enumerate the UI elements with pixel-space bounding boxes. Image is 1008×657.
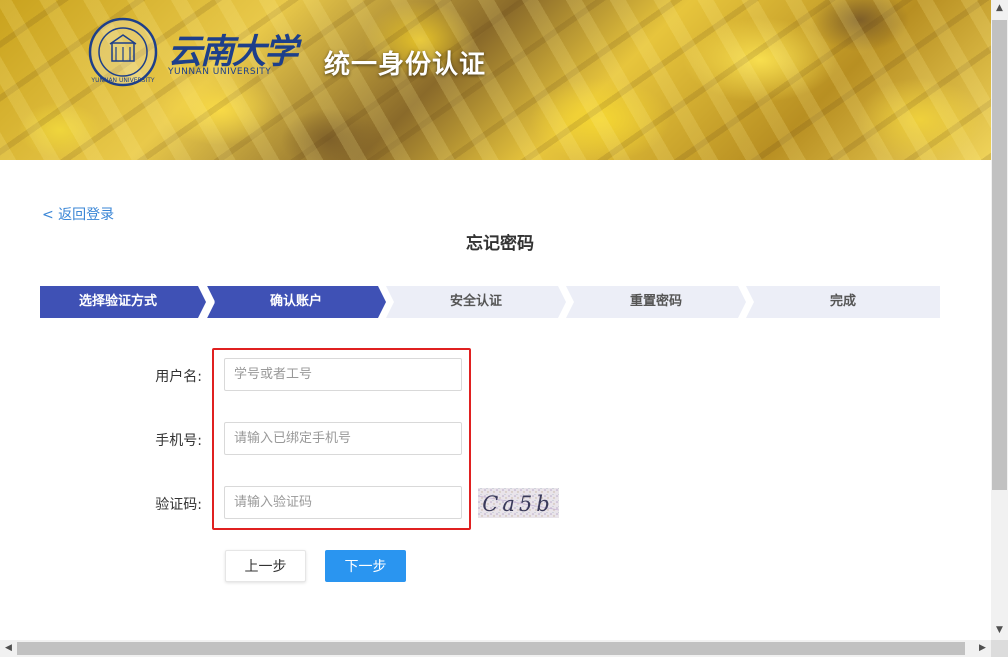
horizontal-scroll-thumb[interactable]	[17, 642, 965, 655]
scroll-up-icon[interactable]: ▲	[991, 0, 1008, 17]
horizontal-scrollbar[interactable]: ◀ ▶	[0, 640, 991, 657]
step-label: 安全认证	[449, 294, 502, 309]
progress-steps: 选择验证方式 确认账户 安全认证 重置密码 完成	[40, 286, 940, 318]
step-security-auth: 安全认证	[386, 286, 566, 318]
step-label: 重置密码	[629, 294, 682, 309]
header-banner: YUNNAN UNIVERSITY 云南大学 YUNNAN UNIVERSITY…	[0, 0, 991, 160]
captcha-label: 验证码:	[155, 497, 202, 513]
university-logo-en: YUNNAN UNIVERSITY	[168, 67, 272, 77]
next-step-button[interactable]: 下一步	[325, 550, 406, 582]
svg-text:YUNNAN UNIVERSITY: YUNNAN UNIVERSITY	[90, 77, 154, 84]
vertical-scroll-thumb[interactable]	[992, 20, 1007, 490]
step-complete: 完成	[746, 286, 940, 318]
step-reset-password: 重置密码	[566, 286, 746, 318]
username-input[interactable]	[224, 358, 462, 391]
phone-label: 手机号:	[155, 433, 202, 449]
svg-text:Ca5b: Ca5b	[482, 492, 553, 516]
vertical-scrollbar[interactable]: ▲ ▼	[991, 0, 1008, 640]
scrollbar-corner	[991, 640, 1008, 657]
step-select-method: 选择验证方式	[40, 286, 206, 318]
phone-input[interactable]	[224, 422, 462, 455]
page-title: 忘记密码	[466, 234, 534, 254]
university-logo-text: 云南大学	[168, 32, 298, 72]
step-confirm-account: 确认账户	[206, 286, 386, 318]
step-label: 选择验证方式	[78, 294, 157, 309]
username-label: 用户名:	[155, 369, 202, 385]
scroll-down-icon[interactable]: ▼	[991, 622, 1008, 639]
captcha-image[interactable]: Ca5b	[478, 488, 559, 518]
scroll-right-icon[interactable]: ▶	[974, 640, 991, 657]
system-title: 统一身份认证	[324, 50, 487, 80]
university-seal-icon: YUNNAN UNIVERSITY	[88, 17, 158, 87]
scroll-left-icon[interactable]: ◀	[0, 640, 17, 657]
back-to-login-link[interactable]: < 返回登录	[42, 204, 114, 224]
previous-step-button[interactable]: 上一步	[225, 550, 306, 582]
step-label: 确认账户	[269, 294, 322, 309]
step-label: 完成	[829, 294, 856, 309]
captcha-input[interactable]	[224, 486, 462, 519]
